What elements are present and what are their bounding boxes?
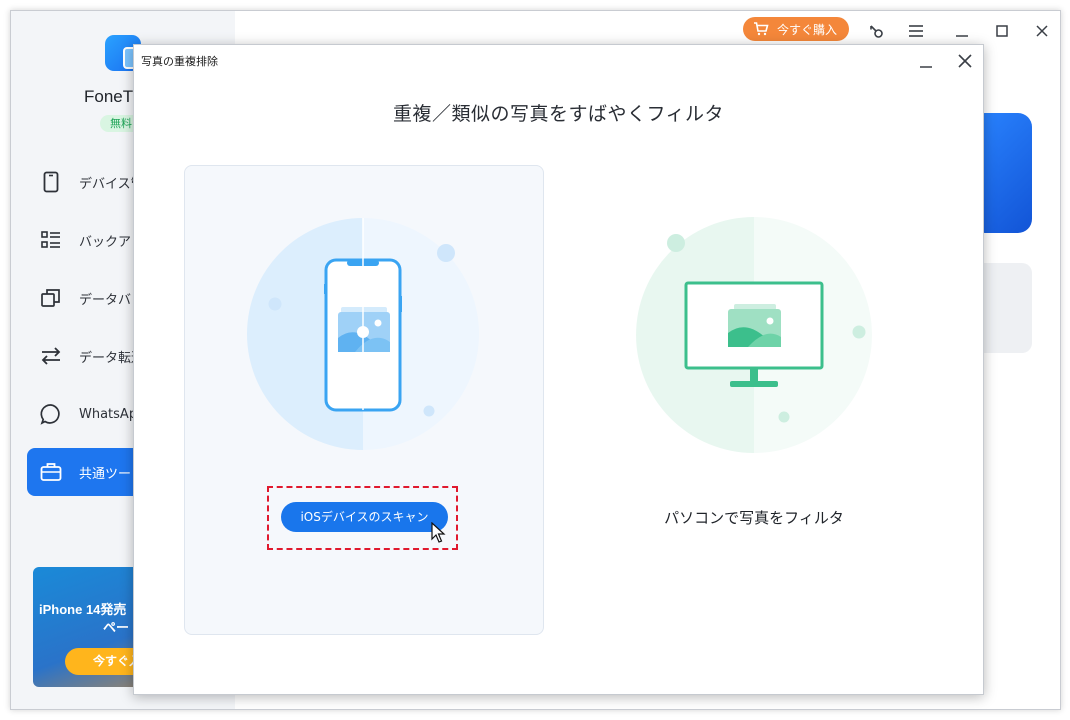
minimize-icon[interactable] bbox=[951, 20, 973, 42]
promo-subtitle: ペー bbox=[103, 621, 130, 636]
pc-filter-label: パソコンで写真をフィルタ bbox=[664, 509, 844, 527]
menu-icon[interactable] bbox=[905, 20, 927, 42]
close-icon[interactable] bbox=[1031, 20, 1053, 42]
photo-dedupe-dialog: 写真の重複排除 重複／類似の写真をすばやくフィルタ iOSデバイスのスキャン パ… bbox=[133, 44, 984, 695]
maximize-icon[interactable] bbox=[991, 20, 1013, 42]
dialog-title: 写真の重複排除 bbox=[141, 55, 218, 68]
cart-icon bbox=[753, 22, 769, 36]
dialog-minimize-icon[interactable] bbox=[915, 51, 937, 73]
dialog-heading: 重複／類似の写真をすばやくフィルタ bbox=[392, 103, 725, 125]
buy-button-label: 今すぐ購入 bbox=[777, 22, 838, 37]
ios-scan-card[interactable]: iOSデバイスのスキャン bbox=[184, 165, 544, 635]
key-icon[interactable] bbox=[865, 20, 887, 42]
phone-icon bbox=[39, 170, 63, 194]
dialog-close-icon[interactable] bbox=[954, 50, 976, 72]
toolbox-icon bbox=[39, 460, 63, 484]
list-icon bbox=[39, 228, 63, 252]
iphone-illustration bbox=[247, 218, 479, 450]
mouse-cursor-icon bbox=[431, 522, 446, 543]
chat-icon bbox=[39, 402, 63, 426]
transfer-icon bbox=[39, 344, 63, 368]
sidebar-item-label: 共通ツー bbox=[79, 466, 132, 482]
pc-filter-card[interactable]: パソコンで写真をフィルタ bbox=[574, 165, 934, 635]
promo-title: iPhone 14発売 bbox=[39, 602, 127, 617]
app-name: FoneT bbox=[84, 87, 134, 106]
ios-scan-button[interactable]: iOSデバイスのスキャン bbox=[281, 502, 448, 532]
monitor-illustration bbox=[636, 217, 872, 453]
copy-icon bbox=[39, 286, 63, 310]
buy-button[interactable]: 今すぐ購入 bbox=[743, 17, 849, 41]
